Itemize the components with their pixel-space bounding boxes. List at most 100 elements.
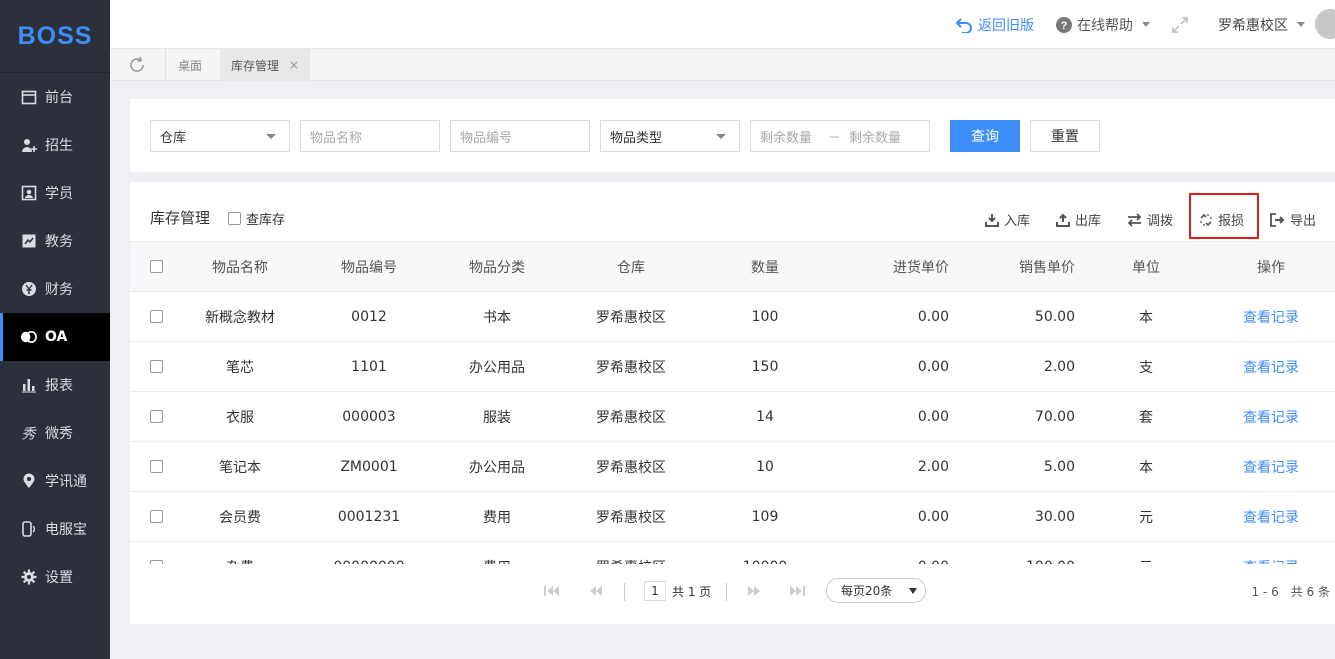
checkbox[interactable]: [149, 560, 163, 564]
stock-in-button[interactable]: 入库: [985, 210, 1030, 229]
row-checkbox[interactable]: [148, 292, 164, 341]
page-size-select[interactable]: 每页20条: [826, 578, 926, 603]
cell-code: 000003: [342, 408, 396, 425]
row-checkbox[interactable]: [148, 392, 164, 441]
cell-cost: 2.00: [917, 458, 949, 475]
table-row[interactable]: 笔芯 1101 办公用品 罗希惠校区 150 0.00 2.00 支 查看记录: [130, 342, 1335, 392]
view-record-link[interactable]: 查看记录: [1207, 392, 1335, 441]
row-checkbox[interactable]: [148, 492, 164, 541]
row-checkbox[interactable]: [148, 442, 164, 491]
checkbox[interactable]: [149, 510, 163, 523]
sidebar-item-4[interactable]: 财务: [0, 265, 110, 313]
sidebar-item-2[interactable]: 学员: [0, 169, 110, 217]
tab-inventory-management[interactable]: 库存管理 ×: [220, 49, 310, 81]
avatar[interactable]: [1315, 9, 1335, 39]
table-row[interactable]: 新概念教材 0012 书本 罗希惠校区 100 0.00 50.00 本 查看记录: [130, 292, 1335, 342]
view-record-link[interactable]: 查看记录: [1207, 342, 1335, 391]
sidebar-item-label: 招生: [45, 138, 73, 154]
checkbox[interactable]: [228, 212, 241, 225]
remaining-min-placeholder[interactable]: 剩余数量: [760, 127, 812, 146]
remaining-quantity-range[interactable]: 剩余数量 － 剩余数量: [750, 120, 930, 152]
sidebar-item-3[interactable]: 教务: [0, 217, 110, 265]
close-icon[interactable]: ×: [289, 58, 299, 72]
item-code-input[interactable]: 物品编号: [450, 120, 590, 152]
sidebar-item-label: OA: [45, 329, 68, 345]
download-icon: [985, 213, 999, 227]
remaining-max-placeholder[interactable]: 剩余数量: [849, 127, 901, 146]
page-number-input[interactable]: 1: [644, 581, 666, 601]
view-record-link[interactable]: 查看记录: [1207, 492, 1335, 541]
refresh-icon[interactable]: [128, 56, 146, 74]
cell-category: 办公用品: [469, 359, 525, 376]
warehouse-select[interactable]: 仓库: [150, 120, 290, 152]
location-icon: [20, 473, 37, 490]
checkbox[interactable]: [149, 260, 163, 273]
separator: [624, 583, 625, 601]
logo[interactable]: BOSS: [0, 0, 110, 73]
view-record-link[interactable]: 查看记录: [1207, 442, 1335, 491]
stock-out-button[interactable]: 出库: [1056, 210, 1101, 229]
sidebar-item-1[interactable]: 招生: [0, 121, 110, 169]
cell-price: 100.00: [949, 542, 1075, 565]
book-icon: [20, 233, 37, 250]
item-type-select[interactable]: 物品类型: [600, 120, 740, 152]
export-button[interactable]: 导出: [1270, 210, 1316, 229]
back-to-old-version-link[interactable]: 返回旧版: [955, 0, 1034, 49]
cell-category: 服装: [483, 409, 511, 426]
sidebar-item-label: 报表: [45, 378, 73, 394]
checkbox[interactable]: [149, 410, 163, 423]
online-help-menu[interactable]: ? 在线帮助: [1055, 0, 1150, 49]
back-to-old-version-label: 返回旧版: [978, 17, 1034, 34]
query-button[interactable]: 查询: [950, 120, 1020, 152]
sidebar-item-7[interactable]: 秀微秀: [0, 409, 110, 457]
chevron-down-icon: [1297, 22, 1305, 27]
cell-qty: 109: [751, 508, 779, 525]
checkbox[interactable]: [149, 460, 163, 473]
fullscreen-icon[interactable]: [1171, 0, 1189, 49]
yen-icon: [20, 281, 37, 298]
transfer-icon: [1127, 212, 1142, 227]
tab-desktop[interactable]: 桌面: [165, 49, 220, 81]
sidebar-item-0[interactable]: 前台: [0, 73, 110, 121]
sidebar-item-10[interactable]: 设置: [0, 553, 110, 601]
view-record-link[interactable]: 查看记录: [1207, 292, 1335, 341]
cell-qty: 14: [756, 408, 774, 425]
tab-inventory-label: 库存管理: [231, 58, 280, 73]
undo-icon: [955, 17, 972, 33]
last-page-icon[interactable]: [786, 581, 808, 601]
cell-name: 衣服: [226, 409, 254, 426]
first-page-icon[interactable]: [541, 581, 563, 601]
inventory-panel: 库存管理 查库存 入库 出库 调拨 报损 导出 物品名称 物品编号 物品分类 仓库 数量…: [130, 182, 1335, 624]
table-row[interactable]: 笔记本 ZM0001 办公用品 罗希惠校区 10 2.00 5.00 本 查看记录: [130, 442, 1335, 492]
sidebar-item-8[interactable]: 学讯通: [0, 457, 110, 505]
upload-icon: [1056, 213, 1070, 227]
sidebar-item-label: 电服宝: [45, 522, 87, 538]
reset-button[interactable]: 重置: [1030, 120, 1100, 152]
next-page-icon[interactable]: [743, 581, 765, 601]
row-checkbox[interactable]: [148, 542, 164, 564]
sidebar-item-label: 教务: [45, 234, 73, 250]
previous-page-icon[interactable]: [585, 581, 607, 601]
table-row[interactable]: 衣服 000003 服装 罗希惠校区 14 0.00 70.00 套 查看记录: [130, 392, 1335, 442]
transfer-button[interactable]: 调拨: [1127, 210, 1173, 229]
campus-selector[interactable]: 罗希惠校区: [1218, 0, 1305, 49]
checkbox[interactable]: [149, 310, 163, 323]
sidebar-item-9[interactable]: 电服宝: [0, 505, 110, 553]
view-record-link[interactable]: 查看记录: [1207, 542, 1335, 565]
select-all-checkbox[interactable]: [148, 242, 164, 291]
table-row[interactable]: 杂费00000000费用罗希惠校区100000.00100.00 元查看记录: [130, 542, 1335, 564]
checkbox[interactable]: [149, 360, 163, 373]
row-checkbox[interactable]: [148, 342, 164, 391]
item-name-input[interactable]: 物品名称: [300, 120, 440, 152]
cell-name: 会员费: [219, 509, 261, 526]
table-row[interactable]: 会员费 0001231 费用 罗希惠校区 109 0.00 30.00 元 查看记录: [130, 492, 1335, 542]
sidebar-item-5[interactable]: OA: [0, 313, 110, 361]
column-header: 仓库: [617, 259, 645, 276]
cell-qty: 10: [756, 458, 774, 475]
cell-warehouse: 罗希惠校区: [561, 542, 701, 565]
item-code-placeholder: 物品编号: [460, 130, 513, 146]
filter-panel: 仓库 物品名称 物品编号 物品类型 剩余数量 － 剩余数量 查询 重置: [130, 99, 1335, 172]
item-type-select-value: 物品类型: [610, 130, 663, 146]
check-stock-checkbox[interactable]: 查库存: [228, 209, 285, 228]
sidebar-item-6[interactable]: 报表: [0, 361, 110, 409]
